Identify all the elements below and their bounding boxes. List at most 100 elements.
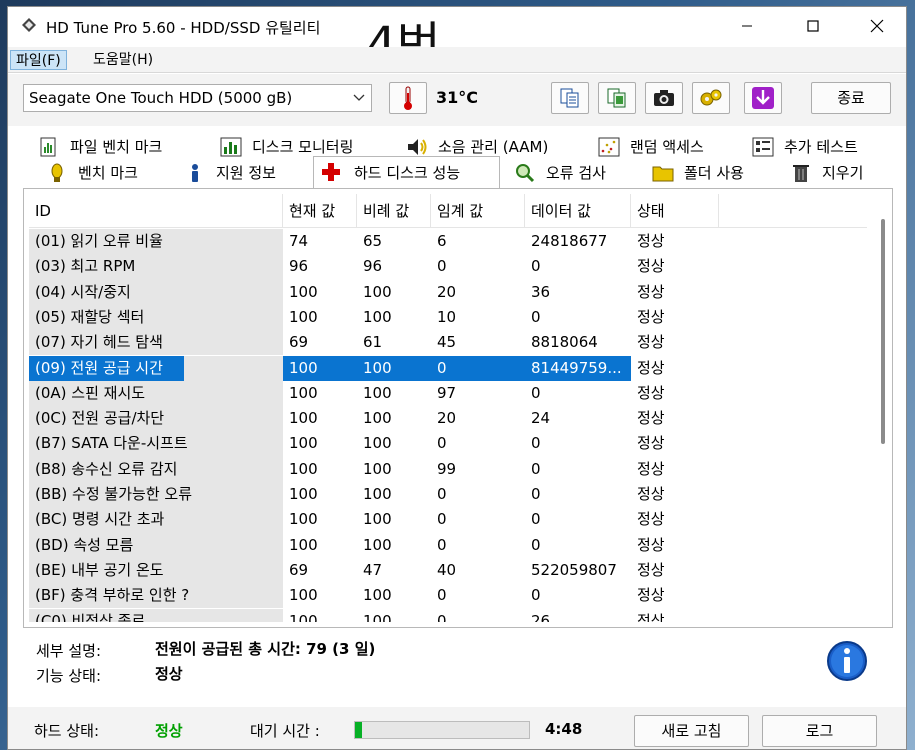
table-row[interactable]: (09) 전원 공급 시간 100 100 0 81449759... 정상 — [29, 355, 867, 381]
column-header-data[interactable]: 데이터 값 — [525, 194, 631, 228]
cell-threshold: 0 — [437, 535, 447, 554]
options-button[interactable] — [692, 82, 730, 114]
table-row[interactable]: (C0) 비정상 종료 100 100 0 26 정상 — [29, 608, 867, 623]
tab-erase[interactable]: 지우기 — [790, 160, 890, 186]
cell-data: 522059807 — [531, 560, 617, 579]
cell-worst: 47 — [363, 560, 383, 579]
column-header-worst[interactable]: 비례 값 — [357, 194, 431, 228]
exit-button[interactable]: 종료 — [811, 82, 891, 114]
cell-data: 0 — [531, 485, 541, 503]
column-header-current[interactable]: 현재 값 — [283, 194, 357, 228]
health-cross-icon — [322, 163, 340, 181]
app-window: HD Tune Pro 5.60 - HDD/SSD 유틸리티 4번 파일(F)… — [7, 6, 907, 750]
cell-worst: 100 — [363, 282, 392, 301]
maximize-button[interactable] — [790, 7, 836, 45]
menu-bar: 파일(F) 도움말(H) — [8, 47, 906, 73]
table-row[interactable]: (BB) 수정 불가능한 오류 100 100 0 0 정상 — [29, 482, 867, 508]
table-row[interactable]: (05) 재할당 섹터 100 100 10 0 정상 — [29, 304, 867, 331]
menu-file[interactable]: 파일(F) — [10, 50, 67, 70]
tab-error-scan[interactable]: 오류 검사 — [514, 160, 634, 186]
row-gap — [184, 355, 283, 381]
temperature-button[interactable] — [389, 82, 427, 114]
copy-info-button[interactable] — [551, 82, 589, 114]
info-icon[interactable] — [826, 640, 868, 682]
tab-label: 오류 검사 — [546, 164, 606, 182]
column-header-id[interactable]: ID — [29, 194, 283, 228]
cell-worst: 100 — [363, 434, 392, 453]
table-row[interactable]: (03) 최고 RPM 96 96 0 0 정상 — [29, 254, 867, 280]
save-button[interactable] — [744, 82, 782, 114]
log-button[interactable]: 로그 — [762, 715, 877, 747]
hdtune-app-icon — [22, 18, 36, 32]
close-button[interactable] — [854, 7, 900, 45]
details-section: 세부 설명: 전원이 공급된 총 시간: 79 (3 일) 기능 상태: 정상 — [8, 632, 906, 702]
table-scrollbar[interactable] — [881, 219, 885, 444]
cell-threshold: 0 — [437, 485, 447, 503]
cell-current: 74 — [289, 232, 309, 250]
cell-status: 정상 — [637, 560, 665, 579]
table-row[interactable]: (01) 읽기 오류 비율 74 65 6 24818677 정상 — [29, 229, 867, 255]
tab-random-access[interactable]: 랜덤 액세스 — [598, 134, 738, 160]
table-row[interactable]: (04) 시작/중지 100 100 20 36 정상 — [29, 279, 867, 305]
table-row[interactable]: (B8) 송수신 오류 감지 100 100 99 0 정상 — [29, 456, 867, 482]
cell-threshold: 45 — [437, 333, 457, 352]
cell-id: (C0) 비정상 종료 — [29, 608, 283, 622]
cell-status: 정상 — [637, 358, 665, 377]
cell-data: 36 — [531, 282, 551, 301]
table-row[interactable]: (BC) 명령 시간 초과 100 100 0 0 정상 — [29, 507, 867, 533]
tab-benchmark[interactable]: 벤치 마크 — [46, 160, 166, 186]
temperature-value: 31°C — [436, 88, 479, 107]
cell-id: (BC) 명령 시간 초과 — [29, 507, 283, 533]
health-status-value: 정상 — [155, 722, 183, 740]
cell-id: (0A) 스핀 재시도 — [29, 380, 283, 407]
cell-status: 정상 — [637, 257, 665, 276]
cell-worst: 100 — [363, 510, 392, 529]
menu-help[interactable]: 도움말(H) — [88, 50, 158, 70]
cell-worst: 96 — [363, 257, 383, 276]
table-header: ID 현재 값 비례 값 임계 값 데이터 값 상태 — [29, 194, 867, 228]
cell-id: (BF) 충격 부하로 인한 ? — [29, 583, 283, 609]
health-status-label: 하드 상태: — [34, 722, 100, 740]
copy-text-icon — [560, 88, 579, 108]
copy-screenshot-button[interactable] — [598, 82, 636, 114]
cell-id: (BB) 수정 불가능한 오류 — [29, 482, 283, 508]
random-access-icon — [598, 137, 620, 157]
column-header-status[interactable]: 상태 — [631, 194, 719, 228]
cell-current: 69 — [289, 333, 309, 352]
tab-file-benchmark[interactable]: 파일 벤치 마크 — [38, 134, 198, 160]
tab-info[interactable]: 지원 정보 — [184, 160, 304, 186]
tab-health[interactable]: 하드 디스크 성능 — [313, 156, 500, 188]
table-row[interactable]: (0A) 스핀 재시도 100 100 97 0 정상 — [29, 380, 867, 407]
cell-current: 100 — [289, 611, 318, 623]
cell-worst: 100 — [363, 611, 392, 623]
cell-current: 100 — [289, 307, 318, 326]
description-label: 세부 설명: — [36, 642, 102, 660]
table-row[interactable]: (BE) 내부 공기 온도 69 47 40 522059807 정상 — [29, 557, 867, 584]
table-row[interactable]: (BF) 충격 부하로 인한 ? 100 100 0 0 정상 — [29, 583, 867, 609]
column-header-threshold[interactable]: 임계 값 — [431, 194, 525, 228]
cell-status: 정상 — [637, 383, 665, 402]
drive-select[interactable]: Seagate One Touch HDD (5000 gB) — [23, 84, 372, 112]
cell-threshold: 97 — [437, 383, 457, 402]
table-row[interactable]: (BD) 속성 모름 100 100 0 0 정상 — [29, 532, 867, 558]
cell-threshold: 10 — [437, 307, 457, 326]
table-row[interactable]: (07) 자기 헤드 탐색 69 61 45 8818064 정상 — [29, 330, 867, 356]
tab-folder-usage[interactable]: 폴더 사용 — [652, 160, 772, 186]
tab-extra-tests[interactable]: 추가 테스트 — [752, 134, 892, 160]
cell-worst: 100 — [363, 485, 392, 503]
cell-status: 정상 — [637, 586, 665, 605]
camera-icon — [654, 90, 674, 106]
minimize-button[interactable] — [724, 7, 770, 45]
table-row[interactable]: (0C) 전원 공급/차단 100 100 20 24 정상 — [29, 406, 867, 432]
download-arrow-icon — [752, 87, 774, 109]
cell-threshold: 40 — [437, 560, 457, 579]
table-row[interactable]: (B7) SATA 다운-시프트 100 100 0 0 정상 — [29, 431, 867, 457]
cell-data: 81449759... — [525, 355, 631, 381]
refresh-button[interactable]: 새로 고침 — [634, 715, 749, 747]
cell-status: 정상 — [637, 459, 665, 478]
smart-table[interactable]: ID 현재 값 비례 값 임계 값 데이터 값 상태 (01) 읽기 오류 비율… — [29, 194, 867, 622]
cell-data: 0 — [531, 510, 541, 529]
copy-image-icon — [607, 88, 626, 108]
cell-id: (BE) 내부 공기 온도 — [29, 557, 283, 584]
screenshot-button[interactable] — [645, 82, 683, 114]
